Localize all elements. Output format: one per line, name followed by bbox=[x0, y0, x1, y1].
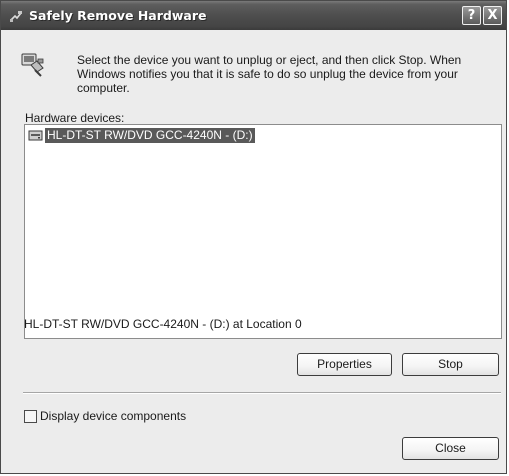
close-icon: X bbox=[487, 8, 498, 23]
window-title: Safely Remove Hardware bbox=[29, 8, 207, 23]
close-window-button[interactable]: X bbox=[483, 6, 502, 25]
instructions-text: Select the device you want to unplug or … bbox=[77, 53, 462, 95]
hardware-devices-label: Hardware devices: bbox=[25, 111, 125, 125]
safely-remove-icon bbox=[10, 11, 22, 22]
stop-button[interactable]: Stop bbox=[402, 353, 499, 376]
hardware-devices-list[interactable]: HL-DT-ST RW/DVD GCC-4240N - (D:) bbox=[24, 124, 502, 339]
question-mark-icon: ? bbox=[467, 8, 476, 23]
usb-device-icon bbox=[21, 53, 44, 77]
optical-drive-icon bbox=[28, 130, 43, 141]
device-label: HL-DT-ST RW/DVD GCC-4240N - (D:) bbox=[45, 128, 255, 143]
properties-button[interactable]: Properties bbox=[297, 353, 392, 376]
safely-remove-hardware-dialog: Safely Remove Hardware ? X Select the de… bbox=[0, 0, 507, 474]
divider bbox=[23, 392, 501, 394]
display-components-label[interactable]: Display device components bbox=[40, 409, 186, 423]
close-button[interactable]: Close bbox=[402, 437, 499, 460]
display-components-checkbox[interactable] bbox=[24, 410, 37, 423]
device-location-text: HL-DT-ST RW/DVD GCC-4240N - (D:) at Loca… bbox=[24, 317, 302, 331]
title-bar[interactable]: Safely Remove Hardware ? X bbox=[1, 1, 506, 30]
dialog-body: Select the device you want to unplug or … bbox=[1, 30, 506, 473]
help-button[interactable]: ? bbox=[462, 6, 481, 25]
